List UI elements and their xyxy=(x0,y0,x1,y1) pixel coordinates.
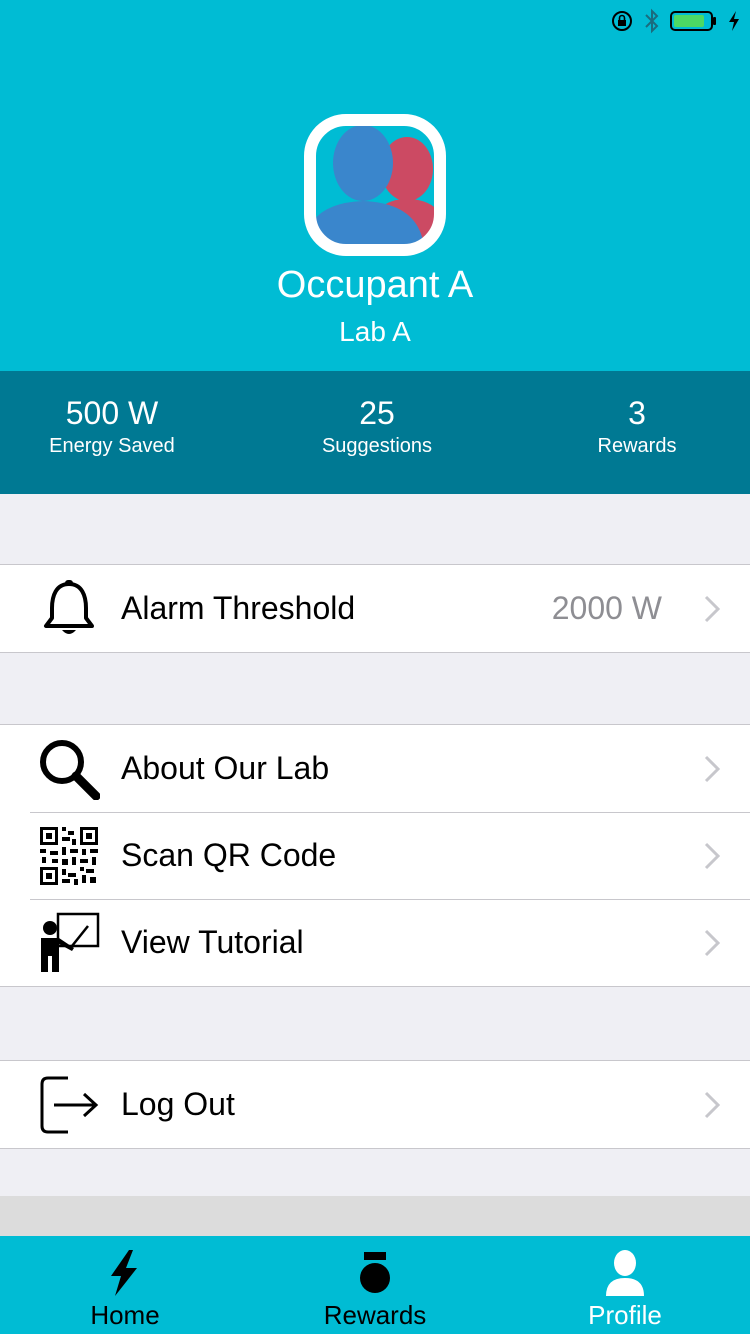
teacher-icon xyxy=(41,912,100,972)
scan-qr-label: Scan QR Code xyxy=(121,837,337,873)
view-tutorial-label: View Tutorial xyxy=(121,924,304,960)
occupant-name: Occupant A xyxy=(276,264,474,306)
stat-value: 25 xyxy=(359,395,395,431)
bluetooth-icon xyxy=(645,8,659,34)
chevron-right-icon xyxy=(704,929,720,957)
logout-icon xyxy=(40,1076,99,1134)
stat-energy-saved: 500 W Energy Saved xyxy=(0,393,237,459)
lightning-icon xyxy=(111,1250,137,1296)
stat-label: Energy Saved xyxy=(49,435,175,457)
about-lab-label: About Our Lab xyxy=(121,750,330,786)
tab-rewards[interactable]: Rewards xyxy=(250,1236,500,1334)
battery-icon xyxy=(670,11,716,31)
tab-bar: Home Rewards Profile xyxy=(0,1236,750,1334)
chevron-right-icon xyxy=(704,755,720,783)
avatar xyxy=(301,111,449,259)
stat-rewards: 3 Rewards xyxy=(512,393,750,459)
chevron-right-icon xyxy=(704,1091,720,1119)
status-bar xyxy=(0,0,750,40)
view-tutorial-row[interactable]: View Tutorial xyxy=(0,899,750,986)
alarm-threshold-label: Alarm Threshold xyxy=(121,590,356,626)
tab-home-label: Home xyxy=(90,1300,160,1330)
scan-qr-row[interactable]: Scan QR Code xyxy=(0,812,750,899)
tab-profile[interactable]: Profile xyxy=(500,1236,750,1334)
about-lab-row[interactable]: About Our Lab xyxy=(0,725,750,812)
tabbar-divider xyxy=(0,1196,750,1236)
log-out-row[interactable]: Log Out xyxy=(0,1061,750,1148)
tab-profile-label: Profile xyxy=(588,1300,662,1330)
couple-avatar-icon xyxy=(304,114,446,256)
logout-group: Log Out xyxy=(0,1060,750,1149)
medal-icon xyxy=(360,1252,390,1293)
tab-rewards-label: Rewards xyxy=(323,1300,427,1330)
stat-value: 3 xyxy=(628,395,646,431)
info-group: About Our Lab Scan QR Code View Tutorial xyxy=(0,724,750,987)
qr-code-icon xyxy=(40,827,98,885)
chevron-right-icon xyxy=(704,842,720,870)
magnifier-icon xyxy=(40,740,100,800)
log-out-label: Log Out xyxy=(121,1086,235,1122)
alarm-group: Alarm Threshold 2000 W xyxy=(0,564,750,653)
stat-label: Rewards xyxy=(597,435,677,457)
chevron-right-icon xyxy=(704,595,720,623)
profile-header: Occupant A Lab A xyxy=(0,0,750,371)
person-icon xyxy=(606,1250,644,1296)
lab-name: Lab A xyxy=(339,316,411,347)
alarm-threshold-row[interactable]: Alarm Threshold 2000 W xyxy=(0,565,750,652)
alarm-threshold-value: 2000 W xyxy=(551,590,662,626)
tab-home[interactable]: Home xyxy=(0,1236,250,1334)
stat-label: Suggestions xyxy=(321,435,433,457)
stat-suggestions: 25 Suggestions xyxy=(252,393,502,459)
stat-value: 500 W xyxy=(65,395,159,431)
charging-icon xyxy=(729,11,739,31)
bell-icon xyxy=(44,580,94,634)
stats-bar: 500 W Energy Saved 25 Suggestions 3 Rewa… xyxy=(0,371,750,494)
rotation-lock-icon xyxy=(612,11,632,31)
